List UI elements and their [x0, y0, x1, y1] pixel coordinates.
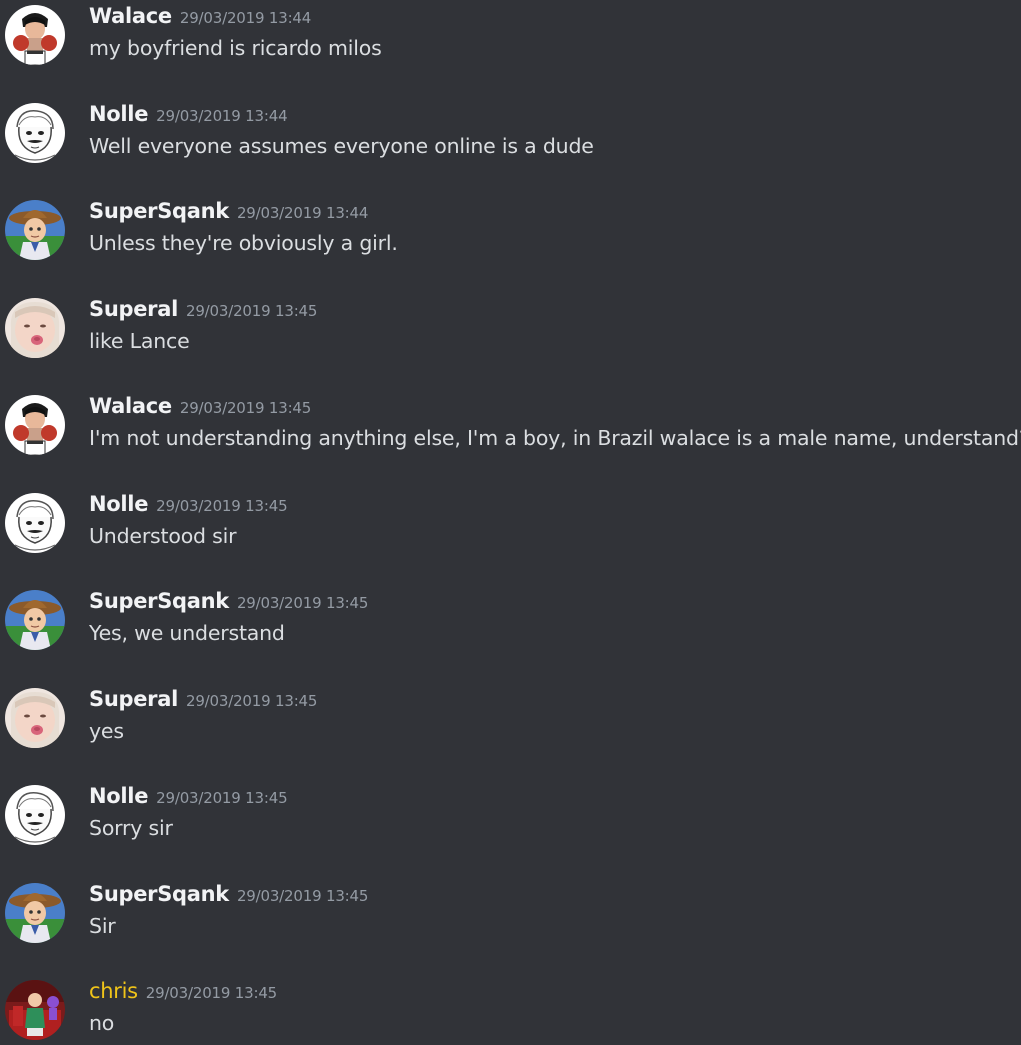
- message-author[interactable]: chris: [89, 979, 138, 1003]
- message-timestamp: 29/03/2019 13:44: [236, 204, 369, 222]
- message-header: Superal 29/03/2019 13:45: [89, 687, 317, 711]
- message-author[interactable]: Superal: [89, 687, 178, 711]
- sketch-face-avatar-icon[interactable]: [5, 785, 65, 845]
- message-timestamp: 29/03/2019 13:45: [156, 789, 288, 807]
- message-timestamp: 29/03/2019 13:45: [156, 497, 288, 515]
- girl-avatar-icon[interactable]: [5, 298, 65, 358]
- message-header: SuperSqank 29/03/2019 13:44: [89, 199, 368, 223]
- message-author[interactable]: Walace: [89, 394, 172, 418]
- message-author[interactable]: SuperSqank: [89, 589, 229, 613]
- message-item: Nolle 29/03/2019 13:45 Sorry sir: [0, 780, 1021, 870]
- message-timestamp: 29/03/2019 13:45: [236, 594, 369, 612]
- sketch-face-avatar-icon[interactable]: [5, 103, 65, 163]
- message-header: Superal 29/03/2019 13:45: [89, 297, 317, 321]
- message-text: Understood sir: [89, 524, 237, 548]
- message-author[interactable]: Nolle: [89, 102, 148, 126]
- message-item: Walace 29/03/2019 13:45 I'm not understan…: [0, 390, 1021, 480]
- message-author[interactable]: Superal: [89, 297, 178, 321]
- message-timestamp: 29/03/2019 13:45: [185, 692, 318, 710]
- cowboy-avatar-icon[interactable]: [5, 200, 65, 260]
- message-item: chris 29/03/2019 13:45 no: [0, 975, 1021, 1045]
- message-text: I'm not understanding anything else, I'm…: [89, 426, 1021, 450]
- message-author[interactable]: Nolle: [89, 492, 148, 516]
- red-room-avatar-icon[interactable]: [5, 980, 65, 1040]
- message-item: Superal 29/03/2019 13:45 yes: [0, 683, 1021, 773]
- message-author[interactable]: SuperSqank: [89, 199, 229, 223]
- message-author[interactable]: SuperSqank: [89, 882, 229, 906]
- message-timestamp: 29/03/2019 13:45: [185, 302, 318, 320]
- message-header: Walace 29/03/2019 13:44: [89, 4, 311, 28]
- message-text: Unless they're obviously a girl.: [89, 231, 398, 255]
- message-timestamp: 29/03/2019 13:45: [145, 984, 278, 1002]
- chat-message-list: Walace 29/03/2019 13:44 my boyfriend is r…: [0, 0, 1021, 1045]
- message-timestamp: 29/03/2019 13:45: [236, 887, 369, 905]
- message-author[interactable]: Walace: [89, 4, 172, 28]
- message-item: SuperSqank 29/03/2019 13:44 Unless they'r…: [0, 195, 1021, 285]
- message-header: SuperSqank 29/03/2019 13:45: [89, 882, 368, 906]
- message-header: SuperSqank 29/03/2019 13:45: [89, 589, 368, 613]
- message-item: Nolle 29/03/2019 13:44 Well everyone assu…: [0, 98, 1021, 188]
- message-header: Walace 29/03/2019 13:45: [89, 394, 311, 418]
- message-timestamp: 29/03/2019 13:44: [179, 9, 312, 27]
- message-text: no: [89, 1011, 115, 1035]
- sketch-face-avatar-icon[interactable]: [5, 493, 65, 553]
- message-text: Sir: [89, 914, 116, 938]
- boxer-avatar-icon[interactable]: [5, 5, 65, 65]
- message-header: Nolle 29/03/2019 13:45: [89, 784, 288, 808]
- cowboy-avatar-icon[interactable]: [5, 590, 65, 650]
- message-text: my boyfriend is ricardo milos: [89, 36, 382, 60]
- message-item: Nolle 29/03/2019 13:45 Understood sir: [0, 488, 1021, 578]
- message-item: SuperSqank 29/03/2019 13:45 Yes, we under…: [0, 585, 1021, 675]
- girl-avatar-icon[interactable]: [5, 688, 65, 748]
- message-timestamp: 29/03/2019 13:44: [156, 107, 288, 125]
- message-header: chris 29/03/2019 13:45: [89, 979, 277, 1003]
- message-author[interactable]: Nolle: [89, 784, 148, 808]
- message-item: Superal 29/03/2019 13:45 like Lance: [0, 293, 1021, 383]
- cowboy-avatar-icon[interactable]: [5, 883, 65, 943]
- boxer-avatar-icon[interactable]: [5, 395, 65, 455]
- message-header: Nolle 29/03/2019 13:44: [89, 102, 288, 126]
- message-text: yes: [89, 719, 124, 743]
- message-timestamp: 29/03/2019 13:45: [179, 399, 312, 417]
- message-text: Sorry sir: [89, 816, 173, 840]
- message-item: Walace 29/03/2019 13:44 my boyfriend is r…: [0, 0, 1021, 90]
- message-item: SuperSqank 29/03/2019 13:45 Sir: [0, 878, 1021, 968]
- message-header: Nolle 29/03/2019 13:45: [89, 492, 288, 516]
- message-text: Well everyone assumes everyone online is…: [89, 134, 594, 158]
- message-text: like Lance: [89, 329, 190, 353]
- message-text: Yes, we understand: [89, 621, 285, 645]
